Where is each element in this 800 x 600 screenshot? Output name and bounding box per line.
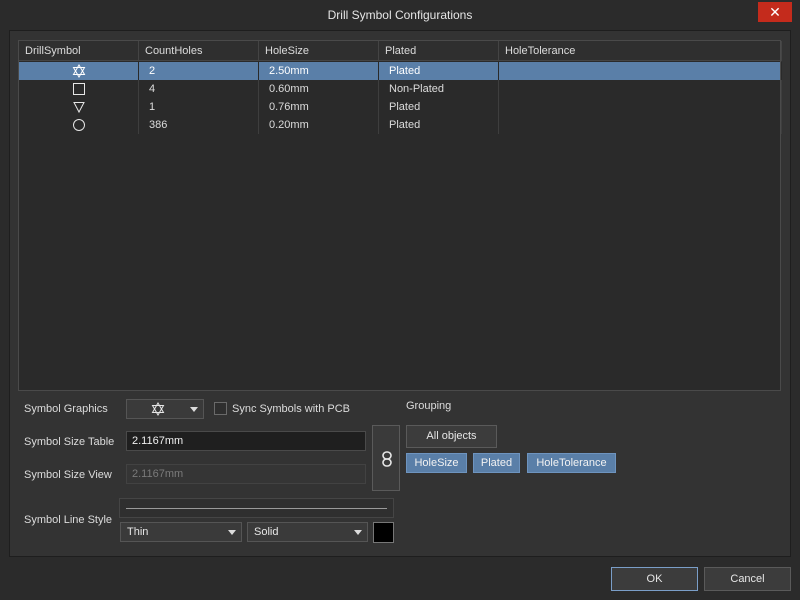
line-color-swatch[interactable]	[373, 522, 394, 543]
drill-symbol-table[interactable]: DrillSymbol CountHoles HoleSize Plated H…	[18, 40, 782, 391]
ok-button[interactable]: OK	[611, 567, 698, 591]
title-bar: Drill Symbol Configurations ✕	[0, 0, 800, 30]
close-button[interactable]: ✕	[758, 2, 792, 22]
plated-cell: Plated	[379, 116, 499, 134]
drill-symbol-cell	[19, 116, 139, 134]
hole-tolerance-cell	[499, 62, 782, 80]
column-header-holetolerance[interactable]: HoleTolerance	[499, 41, 782, 61]
star-of-david-icon	[72, 64, 85, 79]
line-style-preview	[119, 498, 394, 518]
link-sizes-button[interactable]	[372, 425, 400, 491]
column-header-drillsymbol[interactable]: DrillSymbol	[19, 41, 139, 61]
grouping-chip-plated[interactable]: Plated	[473, 453, 520, 473]
column-header-holesize[interactable]: HoleSize	[259, 41, 379, 61]
hole-tolerance-cell	[499, 80, 782, 98]
cancel-button[interactable]: Cancel	[704, 567, 791, 591]
triangle-down-icon	[72, 102, 85, 114]
line-type-value: Solid	[254, 526, 279, 538]
line-weight-dropdown[interactable]: Thin	[120, 522, 242, 542]
column-header-plated[interactable]: Plated	[379, 41, 499, 61]
table-row[interactable]: 4 0.60mm Non-Plated	[19, 80, 782, 98]
star-of-david-icon	[151, 402, 165, 416]
symbol-graphics-label: Symbol Graphics	[24, 403, 108, 415]
sync-symbols-label[interactable]: Sync Symbols with PCB	[232, 403, 350, 415]
line-type-dropdown[interactable]: Solid	[247, 522, 368, 542]
table-row[interactable]: 386 0.20mm Plated	[19, 116, 782, 134]
drill-symbol-cell	[19, 62, 139, 80]
grouping-chip-holesize[interactable]: HoleSize	[406, 453, 467, 473]
line-weight-value: Thin	[127, 526, 149, 538]
count-holes-cell: 2	[139, 62, 259, 80]
symbol-line-style-label: Symbol Line Style	[24, 514, 113, 526]
symbol-size-table-label: Symbol Size Table	[24, 436, 115, 448]
table-row[interactable]: 2 2.50mm Plated	[19, 62, 782, 80]
square-icon	[72, 83, 85, 96]
drill-symbol-cell	[19, 98, 139, 116]
sync-symbols-checkbox[interactable]	[214, 402, 227, 415]
chevron-down-icon	[354, 530, 362, 535]
plated-cell: Plated	[379, 98, 499, 116]
grouping-label: Grouping	[406, 400, 452, 412]
grouping-chip-holetolerance[interactable]: HoleTolerance	[527, 453, 616, 473]
all-objects-button[interactable]: All objects	[406, 425, 497, 448]
hole-size-cell: 0.76mm	[259, 98, 379, 116]
hole-tolerance-cell	[499, 98, 782, 116]
count-holes-cell: 4	[139, 80, 259, 98]
plated-cell: Plated	[379, 62, 499, 80]
link-icon	[382, 451, 392, 467]
count-holes-cell: 1	[139, 98, 259, 116]
symbol-size-view-label: Symbol Size View	[24, 469, 112, 481]
circle-icon	[72, 119, 85, 132]
table-header: DrillSymbol CountHoles HoleSize Plated H…	[19, 41, 782, 61]
symbol-graphics-dropdown[interactable]	[126, 399, 204, 419]
hole-size-cell: 2.50mm	[259, 62, 379, 80]
chevron-down-icon	[228, 530, 236, 535]
plated-cell: Non-Plated	[379, 80, 499, 98]
window-title: Drill Symbol Configurations	[327, 8, 473, 22]
hole-size-cell: 0.20mm	[259, 116, 379, 134]
count-holes-cell: 386	[139, 116, 259, 134]
table-row[interactable]: 1 0.76mm Plated	[19, 98, 782, 116]
line-preview-stroke	[126, 508, 387, 509]
symbol-size-view-input: 2.1167mm	[126, 464, 366, 484]
chevron-down-icon	[190, 407, 198, 412]
hole-size-cell: 0.60mm	[259, 80, 379, 98]
symbol-size-table-input[interactable]: 2.1167mm	[126, 431, 366, 451]
drill-symbol-cell	[19, 80, 139, 98]
column-header-countholes[interactable]: CountHoles	[139, 41, 259, 61]
hole-tolerance-cell	[499, 116, 782, 134]
